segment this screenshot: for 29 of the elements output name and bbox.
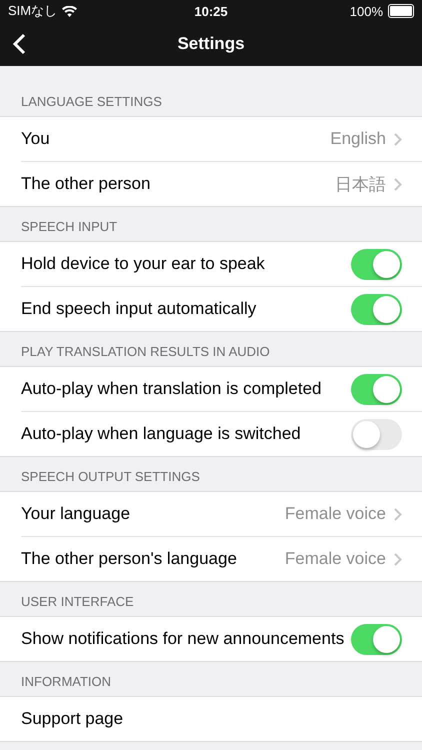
setting-value[interactable]: English: [330, 129, 386, 149]
setting-label: Your language: [21, 504, 132, 524]
setting-value[interactable]: Female voice: [284, 504, 386, 524]
chevron-icon[interactable]: [394, 178, 402, 190]
back-icon[interactable]: [12, 33, 26, 55]
setting-label: You: [21, 129, 51, 149]
toggle-switch[interactable]: [351, 624, 402, 654]
screen-title: Settings: [177, 34, 245, 54]
setting-value[interactable]: 日本語: [335, 172, 386, 196]
setting-label: Auto-play when language is switched: [21, 424, 302, 444]
toggle-switch[interactable]: [351, 248, 402, 280]
setting-label: Show notifications for new announcements: [21, 629, 346, 649]
clock-time: 10:25: [194, 4, 228, 18]
setting-label: Auto-play when translation is completed: [21, 379, 322, 399]
wifi-icon: [62, 6, 78, 16]
setting-label: Hold device to your ear to speak: [21, 254, 266, 274]
chevron-icon[interactable]: [394, 132, 402, 146]
battery-icon: [388, 4, 414, 18]
setting-label: The other person's language: [21, 549, 238, 569]
chevron-icon[interactable]: [394, 552, 402, 566]
setting-label: The other person: [21, 174, 152, 194]
battery-percentage: 100%: [350, 4, 383, 18]
toggle-switch[interactable]: [351, 374, 402, 404]
toggle-switch[interactable]: [351, 294, 402, 324]
carrier-label: SIMなし: [8, 2, 58, 20]
setting-label: End speech input automatically: [21, 299, 258, 319]
setting-value[interactable]: Female voice: [284, 549, 386, 569]
toggle-switch[interactable]: [351, 418, 402, 450]
chevron-icon[interactable]: [394, 508, 402, 520]
